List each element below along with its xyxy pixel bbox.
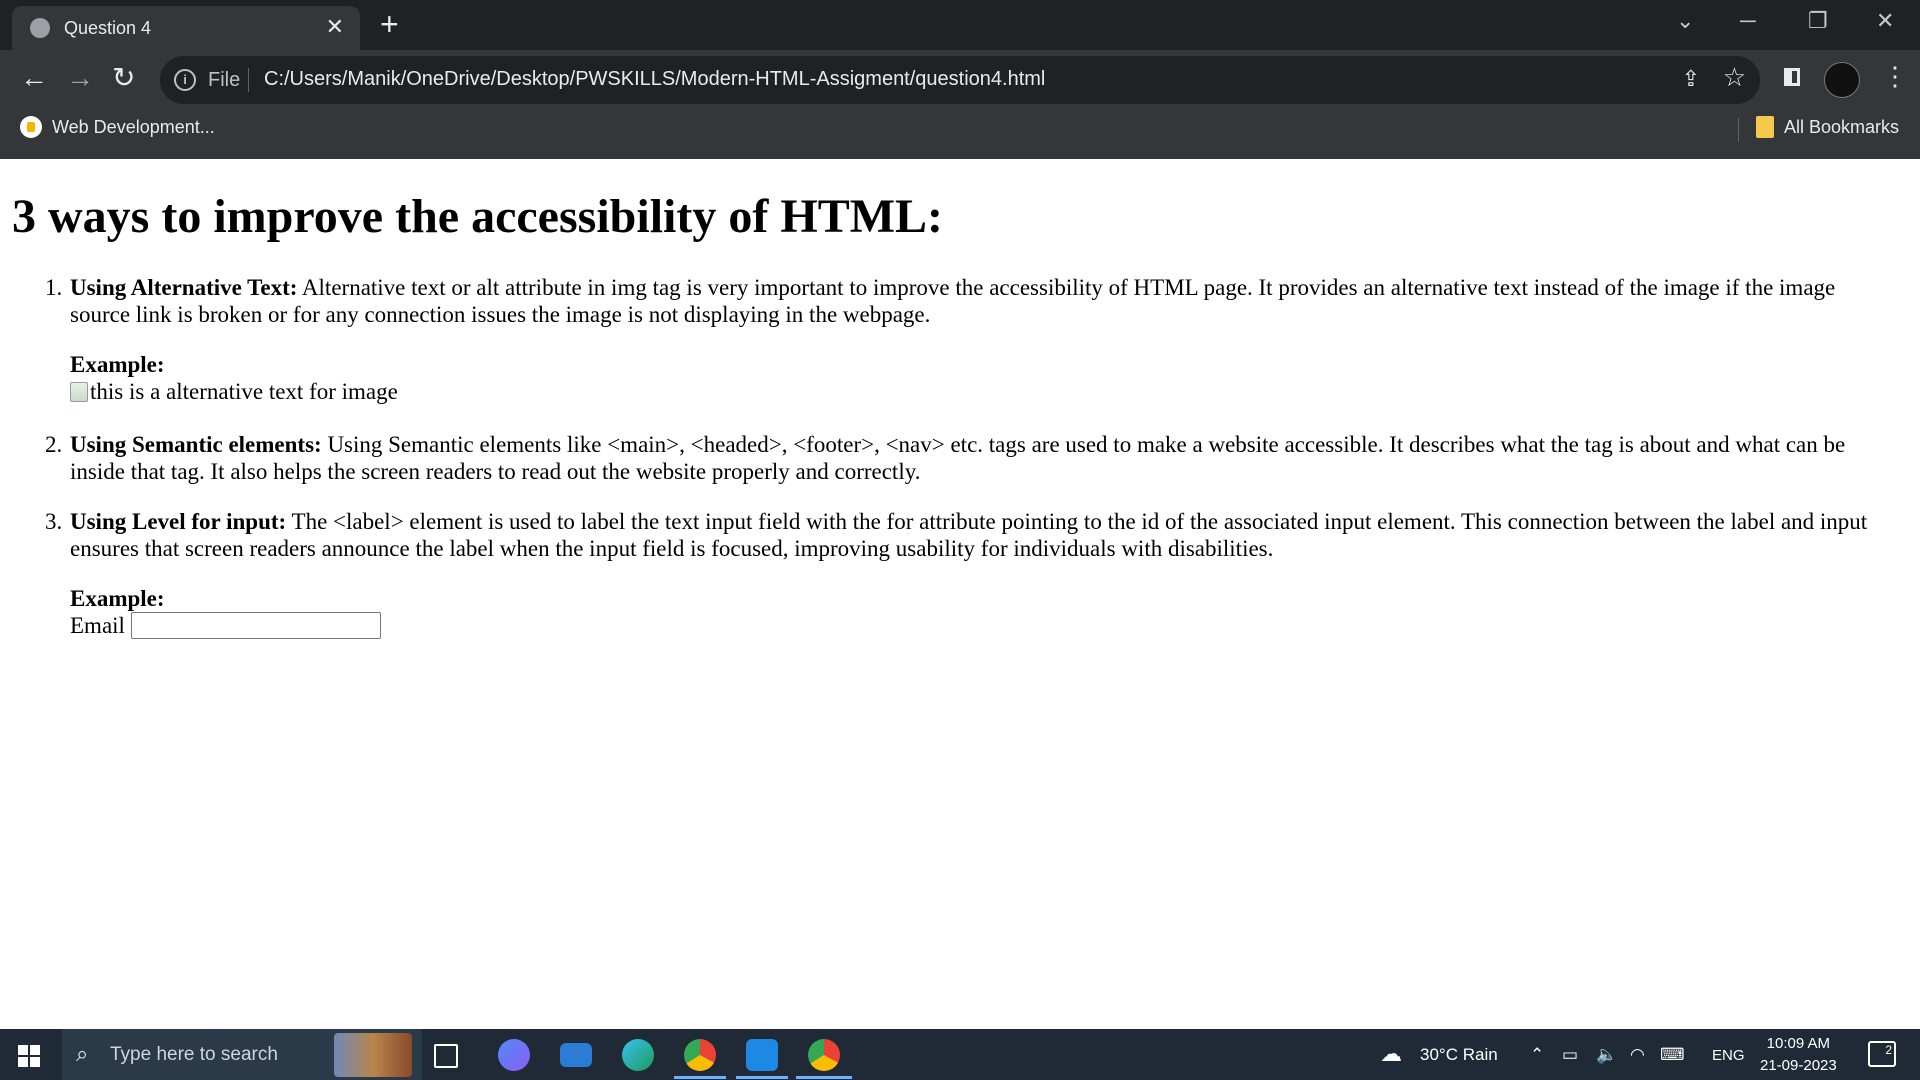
page-title: 3 ways to improve the accessibility of H… <box>12 190 944 243</box>
item-text: Alternative text or alt attribute in img… <box>70 275 1836 327</box>
taskbar-search[interactable]: ⌕ Type here to search <box>62 1029 422 1080</box>
search-icon: ⌕ <box>76 1041 89 1066</box>
all-bookmarks[interactable]: All Bookmarks <box>1756 116 1899 138</box>
email-label: Email <box>70 612 125 638</box>
item-number: 2. <box>45 431 63 457</box>
browser-chrome: Question 4 ✕ + ⌄ ─ ❐ ✕ ← → ↻ i File C:/U… <box>0 0 1920 159</box>
accessibility-list: 1. Using Alternative Text: Alternative t… <box>45 274 1900 662</box>
bookmark-favicon-icon <box>20 116 42 138</box>
tab-title: Question 4 <box>64 18 152 38</box>
back-icon[interactable]: ← <box>20 62 48 94</box>
bookmark-label: Web Development... <box>52 116 215 137</box>
speaker-icon[interactable]: 🔈 <box>1596 1045 1617 1065</box>
address-bar[interactable]: i File C:/Users/Manik/OneDrive/Desktop/P… <box>160 56 1760 104</box>
forward-icon[interactable]: → <box>66 62 94 94</box>
chrome-icon[interactable] <box>684 1039 716 1071</box>
item-text: Using Semantic elements like <main>, <he… <box>70 431 1846 484</box>
bookmark-divider <box>1738 118 1739 142</box>
tab-strip: Question 4 ✕ + ⌄ ─ ❐ ✕ <box>0 0 1920 50</box>
clock-date: 21-09-2023 <box>1760 1057 1837 1074</box>
web-page: 3 ways to improve the accessibility of H… <box>0 159 1920 1029</box>
folder-icon <box>1756 116 1774 138</box>
keyboard-icon[interactable]: ⌨ <box>1660 1045 1685 1065</box>
info-icon[interactable]: i <box>174 69 196 91</box>
share-icon[interactable]: ⇪ <box>1682 66 1700 92</box>
example-label: Example: <box>70 352 165 377</box>
avatar[interactable] <box>1824 62 1860 98</box>
list-item: 1. Using Alternative Text: Alternative t… <box>45 274 1900 408</box>
copilot-icon[interactable] <box>498 1039 530 1071</box>
weather-text[interactable]: 30°C Rain <box>1420 1045 1498 1065</box>
active-indicator <box>674 1076 726 1079</box>
close-icon[interactable]: ✕ <box>1876 8 1894 34</box>
list-item: 2. Using Semantic elements: Using Semant… <box>45 431 1900 485</box>
email-field[interactable] <box>130 611 381 639</box>
item-title: Using Level for input: <box>70 508 287 534</box>
image-alt-text: this is a alternative text for image <box>90 379 398 404</box>
restore-icon[interactable]: ❐ <box>1808 8 1828 34</box>
windows-start-icon[interactable] <box>18 1045 40 1067</box>
broken-image: this is a alternative text for image <box>70 378 398 405</box>
tab-question-4[interactable]: Question 4 ✕ <box>12 6 360 50</box>
chevron-up-icon[interactable]: ⌃ <box>1530 1045 1544 1065</box>
vscode-icon[interactable] <box>746 1039 778 1071</box>
address-divider <box>248 68 249 92</box>
item-number: 1. <box>45 275 63 300</box>
side-panel-icon[interactable] <box>1784 68 1800 86</box>
task-view-icon[interactable] <box>434 1044 458 1068</box>
all-bookmarks-label: All Bookmarks <box>1784 116 1900 137</box>
reload-icon[interactable]: ↻ <box>112 62 135 94</box>
mail-icon[interactable] <box>560 1043 592 1067</box>
address-url[interactable]: C:/Users/Manik/OneDrive/Desktop/PWSKILLS… <box>264 68 1045 91</box>
tab-search-icon[interactable]: ⌄ <box>1676 8 1694 34</box>
clock[interactable]: 10:09 AM 21-09-2023 <box>1760 1033 1837 1077</box>
item-title: Using Semantic elements: <box>70 431 322 457</box>
broken-image-icon <box>70 381 88 402</box>
minimize-icon[interactable]: ─ <box>1740 8 1756 34</box>
bookmark-web-development[interactable]: Web Development... <box>20 116 215 138</box>
language-indicator[interactable]: ENG <box>1712 1047 1745 1064</box>
new-tab-button[interactable]: + <box>380 6 399 42</box>
chrome-profile-icon[interactable] <box>808 1039 840 1071</box>
notification-icon[interactable]: 2 <box>1868 1041 1896 1067</box>
wifi-icon[interactable]: ◠ <box>1630 1045 1645 1065</box>
address-prefix: File <box>208 69 241 91</box>
example-label: Example: <box>70 585 165 611</box>
menu-icon[interactable]: ⋮ <box>1882 62 1908 90</box>
battery-icon[interactable]: ▭ <box>1562 1045 1578 1065</box>
item-title: Using Alternative Text: <box>70 275 298 300</box>
item-number: 3. <box>45 508 63 534</box>
clock-time: 10:09 AM <box>1766 1035 1831 1052</box>
star-icon[interactable]: ☆ <box>1723 62 1746 93</box>
active-indicator <box>796 1076 852 1079</box>
active-indicator <box>736 1076 788 1079</box>
item-text: The <label> element is used to label the… <box>70 508 1868 561</box>
list-item: 3. Using Level for input: The <label> el… <box>45 508 1900 639</box>
search-highlight-image <box>334 1033 412 1077</box>
globe-icon <box>30 18 50 38</box>
weather-icon[interactable]: ☁ <box>1380 1041 1402 1067</box>
search-placeholder: Type here to search <box>110 1044 278 1065</box>
tab-close-icon[interactable]: ✕ <box>326 14 344 40</box>
taskbar: ⌕ Type here to search ☁ 30°C Rain ⌃ ▭ 🔈 … <box>0 1029 1920 1080</box>
edge-icon[interactable] <box>622 1039 654 1071</box>
